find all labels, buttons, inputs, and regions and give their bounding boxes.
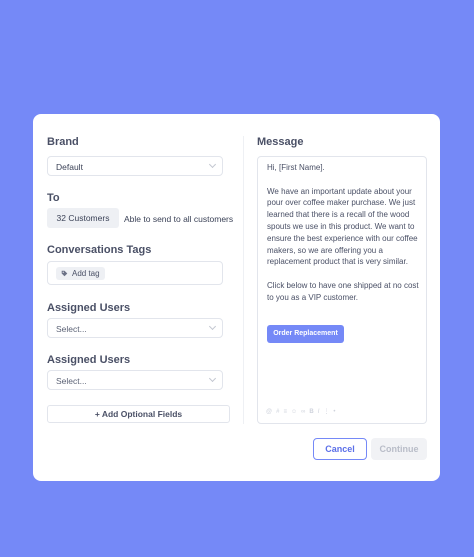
bullet-list-icon[interactable]: • <box>333 408 335 416</box>
bold-icon[interactable]: B <box>309 408 313 416</box>
ordered-list-icon[interactable]: ⋮ <box>323 408 329 416</box>
link-icon[interactable]: ∞ <box>301 408 305 416</box>
emoji-icon[interactable]: ☺ <box>291 408 297 416</box>
hash-icon[interactable]: # <box>276 408 279 416</box>
add-optional-fields-button[interactable]: + Add Optional Fields <box>47 405 230 423</box>
chevron-down-icon <box>208 322 217 331</box>
editor-toolbar: @ # ≡ ☺ ∞ B I ⋮ • <box>266 408 336 416</box>
assigned-users-label: Assigned Users <box>47 302 131 314</box>
add-optional-fields-label: + Add Optional Fields <box>94 409 183 419</box>
column-divider <box>243 136 244 424</box>
send-message-modal: Brand Default To 32 Customers Able to se… <box>33 114 440 481</box>
continue-button[interactable]: Continue <box>371 438 427 460</box>
at-icon[interactable]: @ <box>266 408 272 416</box>
order-replacement-button[interactable]: Order Replacement <box>267 325 344 343</box>
tag-icon <box>61 270 68 277</box>
brand-select[interactable]: Default <box>47 156 223 176</box>
tags-field: Add tag <box>47 261 223 285</box>
assigned-users-select-2[interactable]: Select... <box>47 370 223 390</box>
customers-chip-label: 32 Customers <box>56 213 110 223</box>
assigned-users-placeholder: Select... <box>56 324 87 334</box>
italic-icon[interactable]: I <box>318 408 320 416</box>
assigned-users-label-2: Assigned Users <box>47 354 131 366</box>
message-greeting: Hi, [First Name]. <box>267 163 325 172</box>
add-tag-button[interactable]: Add tag <box>56 267 105 280</box>
assigned-users-select[interactable]: Select... <box>47 318 223 338</box>
message-paragraph-2: Click below to have one shipped at no co… <box>267 280 419 302</box>
send-note: Able to send to all customers <box>124 214 234 224</box>
message-paragraph-1: We have an important update about your p… <box>267 186 418 267</box>
message-editor[interactable]: Hi, [First Name]. We have an important u… <box>257 156 427 424</box>
list-icon[interactable]: ≡ <box>283 408 287 416</box>
cancel-label: Cancel <box>325 444 355 454</box>
brand-select-value: Default <box>56 162 83 172</box>
tags-label: Conversations Tags <box>47 244 152 256</box>
to-label: To <box>47 192 60 204</box>
brand-label: Brand <box>47 136 79 148</box>
message-body[interactable]: Hi, [First Name]. We have an important u… <box>267 162 423 315</box>
chevron-down-icon <box>208 160 217 169</box>
continue-label: Continue <box>379 444 419 454</box>
customers-chip[interactable]: 32 Customers <box>47 208 119 228</box>
add-tag-label: Add tag <box>72 269 100 278</box>
message-label: Message <box>257 136 304 148</box>
chevron-down-icon <box>208 374 217 383</box>
assigned-users-placeholder-2: Select... <box>56 376 87 386</box>
cancel-button[interactable]: Cancel <box>313 438 367 460</box>
